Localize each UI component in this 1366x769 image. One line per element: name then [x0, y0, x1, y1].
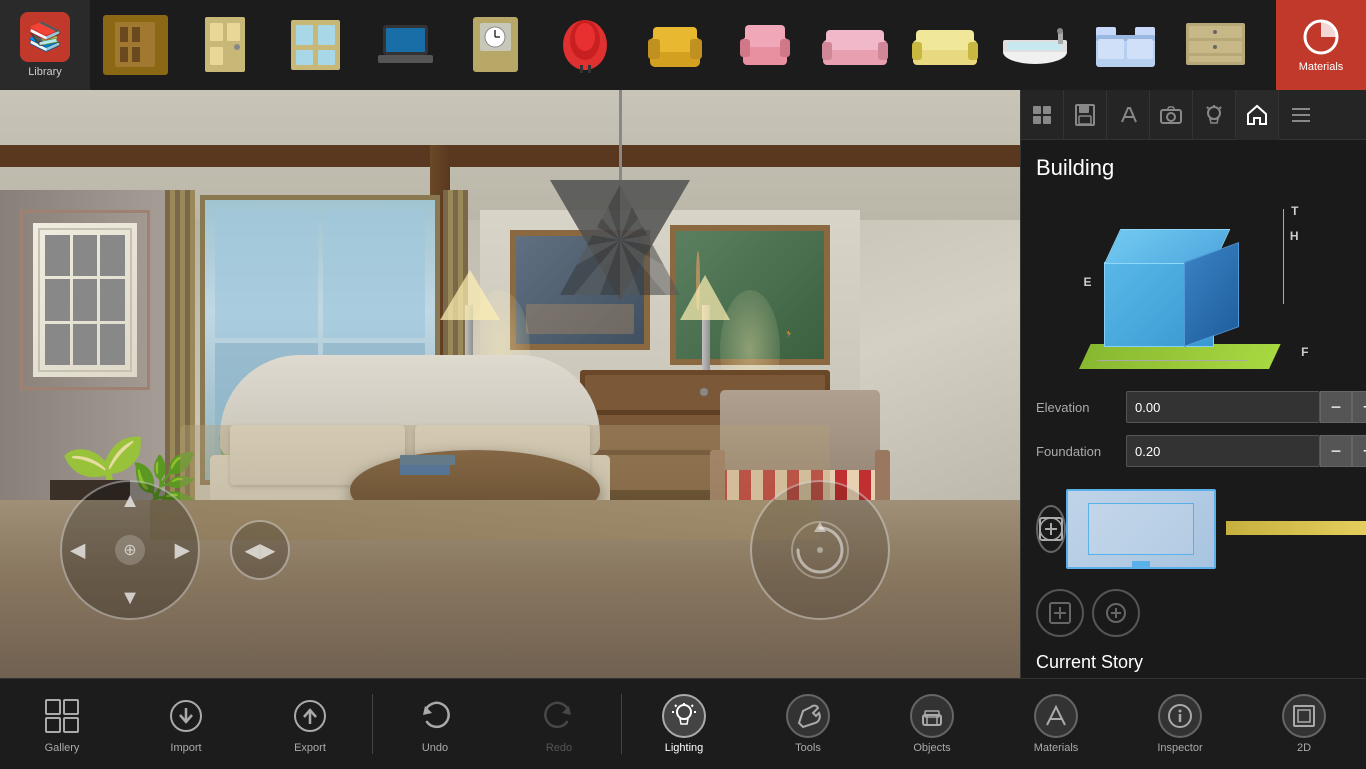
inspector-icon: [1158, 694, 1202, 738]
materials-bottom-icon: [1034, 694, 1078, 738]
furniture-item-bookshelf[interactable]: [90, 0, 180, 90]
2d-label: 2D: [1297, 742, 1311, 754]
nav-arrows-control[interactable]: ▲ ▼ ◀ ▶ ⊕: [60, 480, 200, 620]
import-label: Import: [170, 742, 201, 754]
furniture-item-bed[interactable]: [1080, 0, 1170, 90]
undo-label: Undo: [422, 742, 448, 754]
foundation-label: Foundation: [1036, 444, 1126, 459]
inspector-button[interactable]: Inspector: [1118, 679, 1242, 769]
tab-list[interactable]: [1279, 90, 1322, 140]
elevation-input[interactable]: [1126, 391, 1320, 423]
foundation-increase[interactable]: +: [1352, 435, 1366, 467]
furniture-item-dresser[interactable]: [1170, 0, 1260, 90]
building-title: Building: [1036, 155, 1351, 181]
lighting-icon: [662, 694, 706, 738]
add-floor-button[interactable]: [1036, 589, 1084, 637]
undo-button[interactable]: Undo: [373, 679, 497, 769]
furniture-item-chair-red[interactable]: [540, 0, 630, 90]
materials-button[interactable]: Materials: [1276, 0, 1366, 90]
viewport: 🌿 🌱 🌿 🏃: [0, 90, 1020, 680]
materials-label: Materials: [1299, 61, 1344, 73]
right-panel: Building T H E F: [1020, 90, 1366, 680]
tab-save[interactable]: [1064, 90, 1107, 140]
tab-paint[interactable]: [1107, 90, 1150, 140]
floor-preview-row: [1066, 489, 1366, 569]
building-diagram: T H E F: [1054, 196, 1334, 376]
gallery-label: Gallery: [45, 742, 80, 754]
tab-home[interactable]: [1236, 90, 1279, 140]
furniture-item-sofa-yellow[interactable]: [900, 0, 990, 90]
foundation-decrease[interactable]: −: [1320, 435, 1352, 467]
panel-content: Building T H E F: [1021, 140, 1366, 680]
elevation-decrease[interactable]: −: [1320, 391, 1352, 423]
tab-select[interactable]: [1021, 90, 1064, 140]
objects-icon: [910, 694, 954, 738]
furniture-item-laptop[interactable]: [360, 0, 450, 90]
library-label: Library: [28, 66, 62, 78]
tab-light[interactable]: [1193, 90, 1236, 140]
current-story-title: Current Story: [1036, 652, 1351, 673]
elevation-increase[interactable]: +: [1352, 391, 1366, 423]
export-icon: [288, 694, 332, 738]
furniture-item-sofa-pink[interactable]: [810, 0, 900, 90]
objects-button[interactable]: Objects: [870, 679, 994, 769]
export-button[interactable]: Export: [248, 679, 372, 769]
2d-icon: [1282, 694, 1326, 738]
import-icon: [164, 694, 208, 738]
undo-icon: [413, 694, 457, 738]
elevation-label: Elevation: [1036, 400, 1126, 415]
gallery-button[interactable]: Gallery: [0, 679, 124, 769]
furniture-item-armchair-yellow[interactable]: [630, 0, 720, 90]
furniture-item-bathtub[interactable]: [990, 0, 1080, 90]
materials-bottom-button[interactable]: Materials: [994, 679, 1118, 769]
nav-rotate-control[interactable]: [750, 480, 890, 620]
export-label: Export: [294, 742, 326, 754]
2d-button[interactable]: 2D: [1242, 679, 1366, 769]
elevation-row: Elevation − +: [1036, 391, 1351, 423]
redo-button[interactable]: Redo: [497, 679, 621, 769]
variant-btn-2[interactable]: [1092, 589, 1140, 637]
pan-control[interactable]: ◀▶: [230, 520, 290, 580]
objects-label: Objects: [913, 742, 950, 754]
inspector-label: Inspector: [1157, 742, 1202, 754]
furniture-item-chair-red2[interactable]: [1260, 0, 1276, 90]
import-button[interactable]: Import: [124, 679, 248, 769]
foundation-row: Foundation − +: [1036, 435, 1351, 467]
furniture-strip: [90, 0, 1276, 90]
bottom-toolbar: Gallery Import Export Undo Redo Lighting: [0, 678, 1366, 768]
tools-button[interactable]: Tools: [746, 679, 870, 769]
tools-icon: [786, 694, 830, 738]
furniture-item-chair-pink[interactable]: [720, 0, 810, 90]
redo-label: Redo: [546, 742, 572, 754]
furniture-item-clock[interactable]: [450, 0, 540, 90]
furniture-item-door[interactable]: [180, 0, 270, 90]
top-toolbar: 📚 Library: [0, 0, 1366, 90]
materials-bottom-label: Materials: [1034, 742, 1079, 754]
current-story-section: Current Story Slab Thickness − +: [1036, 652, 1351, 680]
lighting-button[interactable]: Lighting: [622, 679, 746, 769]
right-toolbar: [1021, 90, 1366, 140]
library-button[interactable]: 📚 Library: [0, 0, 90, 90]
tab-camera[interactable]: [1150, 90, 1193, 140]
furniture-item-window[interactable]: [270, 0, 360, 90]
redo-icon: [537, 694, 581, 738]
gallery-icon: [40, 694, 84, 738]
lighting-label: Lighting: [665, 742, 704, 754]
action-buttons-row: [1036, 479, 1351, 579]
tools-label: Tools: [795, 742, 821, 754]
add-room-button[interactable]: [1036, 505, 1066, 553]
foundation-input[interactable]: [1126, 435, 1320, 467]
